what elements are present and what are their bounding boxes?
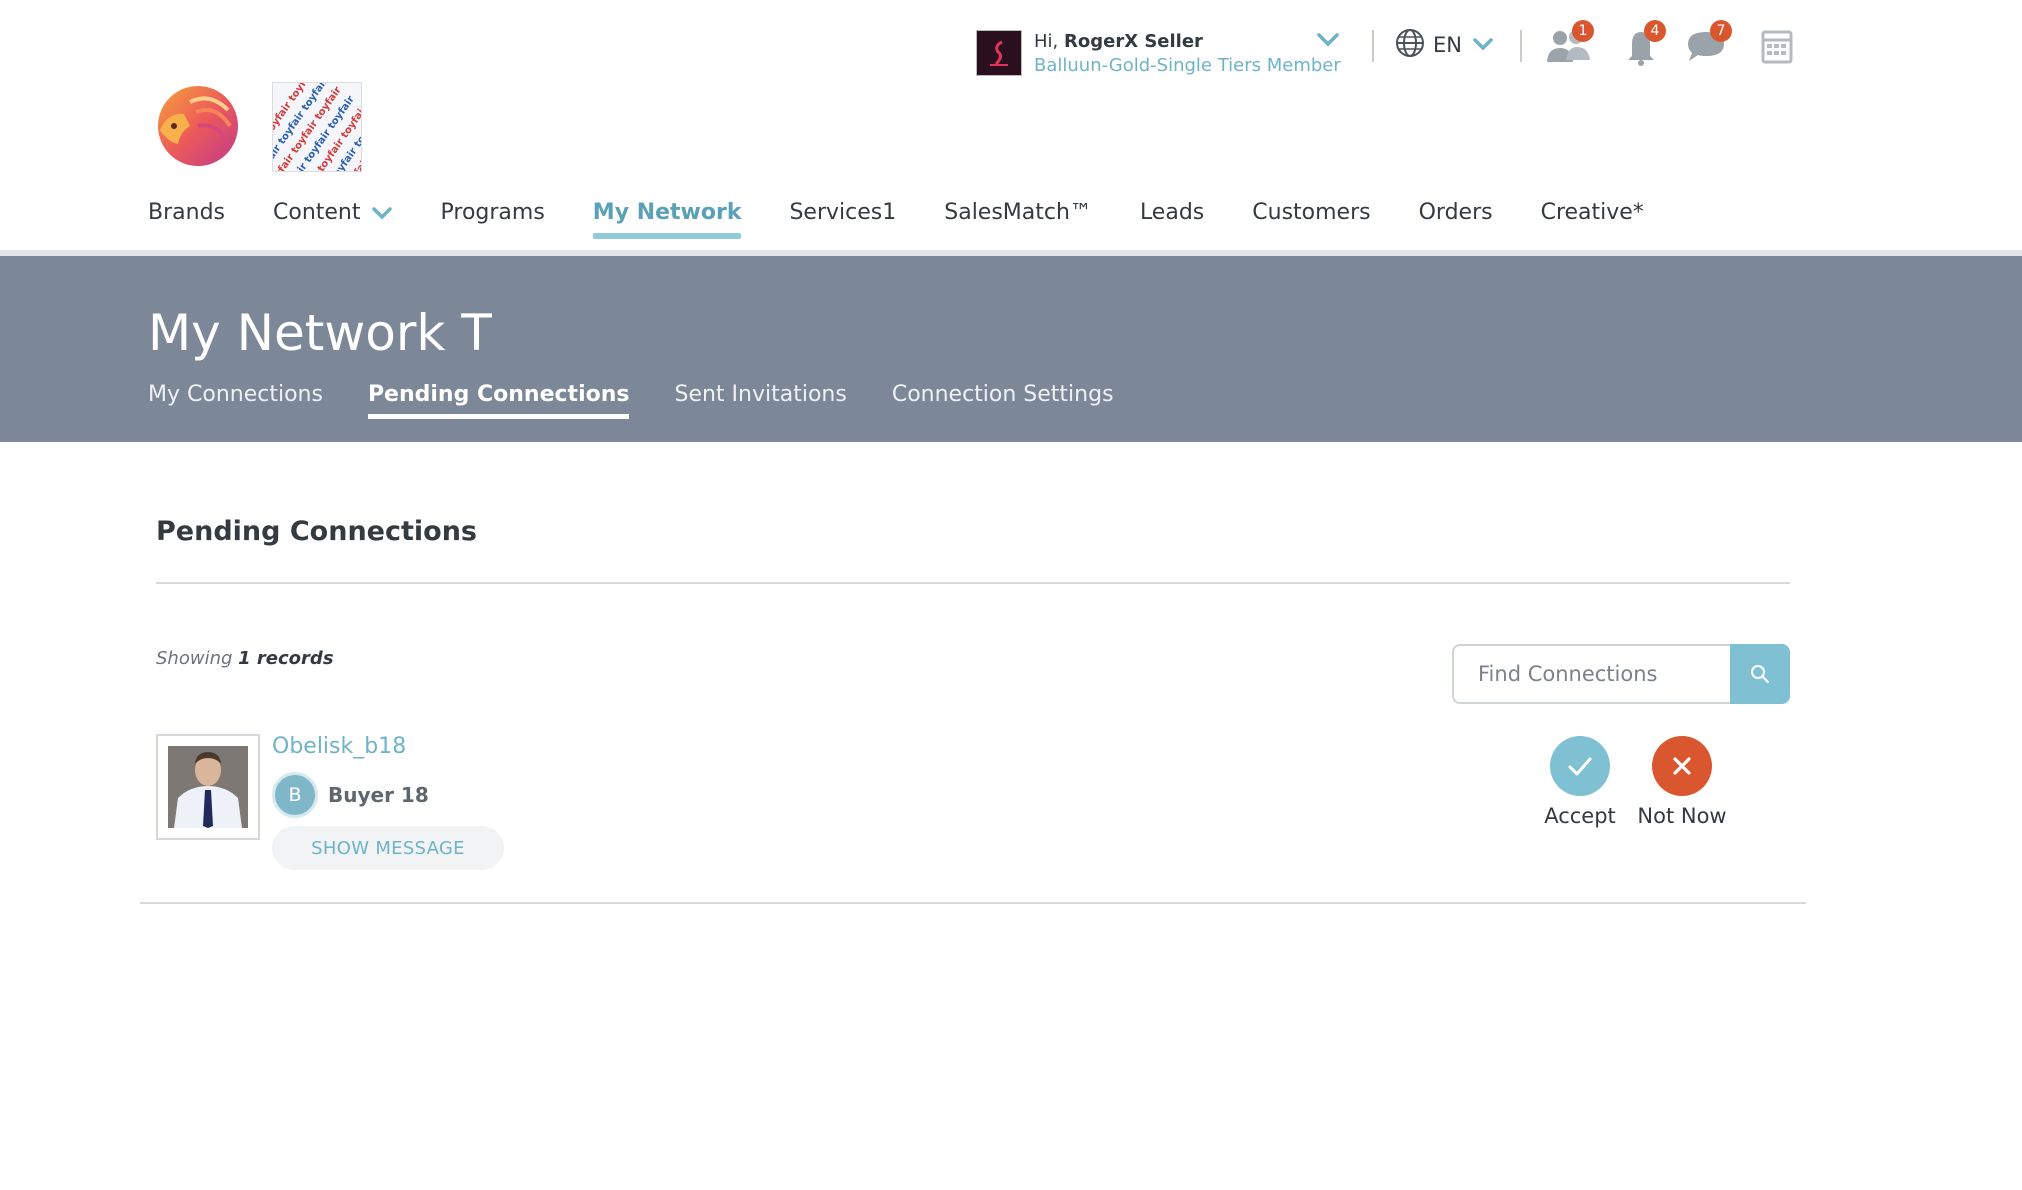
show-message-button[interactable]: SHOW MESSAGE (272, 826, 504, 870)
user-greeting: Hi, RogerX Seller (1034, 31, 1203, 52)
notifications-badge: 4 (1644, 20, 1666, 42)
divider (1520, 30, 1522, 62)
nav-my-network[interactable]: My Network (592, 200, 741, 239)
tab-pending-connections[interactable]: Pending Connections (367, 382, 629, 419)
nav-creative[interactable]: Creative* (1541, 200, 1644, 239)
nav-brands[interactable]: Brands (148, 200, 225, 239)
section-title: Pending Connections (156, 516, 477, 547)
nav-orders[interactable]: Orders (1419, 200, 1493, 239)
user-tier: Balluun-Gold-Single Tiers Member (1034, 55, 1341, 76)
not-now-button[interactable]: Not Now (1622, 736, 1742, 828)
chat-icon[interactable]: 7 (1684, 20, 1732, 66)
user-avatar (976, 30, 1022, 76)
nav-customers[interactable]: Customers (1252, 200, 1370, 239)
page-title: My Network T (148, 304, 492, 362)
records-count: Showing 1 records (156, 648, 334, 669)
main-nav: Brands Content Programs My Network Servi… (148, 200, 1692, 248)
row-divider (140, 902, 1806, 904)
divider (1372, 30, 1374, 62)
nav-content[interactable]: Content (273, 200, 393, 239)
user-menu[interactable]: Hi, RogerX Seller Balluun-Gold-Single Ti… (976, 30, 1341, 80)
calendar-icon[interactable] (1754, 26, 1800, 66)
chevron-down-icon (371, 206, 392, 219)
toyfair-logo[interactable]: toyfair toyfair toyfair toyfair toyfair … (272, 82, 362, 172)
page-banner: My Network T My Connections Pending Conn… (0, 256, 2022, 442)
messages-badge: 7 (1710, 20, 1732, 42)
tab-sent-invitations[interactable]: Sent Invitations (674, 382, 846, 417)
connection-photo[interactable] (156, 734, 260, 840)
close-icon (1652, 736, 1712, 796)
chevron-down-icon[interactable] (1316, 32, 1340, 48)
search-button[interactable] (1730, 644, 1790, 704)
people-icon[interactable]: 1 (1546, 20, 1594, 66)
chevron-down-icon (1472, 36, 1494, 55)
nav-programs[interactable]: Programs (441, 200, 545, 239)
sub-tabs: My Connections Pending Connections Sent … (148, 382, 1159, 419)
nav-salesmatch[interactable]: SalesMatch™ (944, 200, 1092, 239)
tab-connection-settings[interactable]: Connection Settings (892, 382, 1114, 417)
connection-company: B Buyer 18 (272, 772, 429, 818)
company-avatar: B (272, 772, 318, 818)
search-box (1452, 644, 1790, 704)
globe-icon (1395, 28, 1425, 62)
lion-logo[interactable] (150, 82, 240, 172)
bell-icon[interactable]: 4 (1618, 20, 1666, 66)
search-input[interactable] (1452, 644, 1730, 704)
language-label: EN (1433, 33, 1462, 57)
language-selector[interactable]: EN (1395, 28, 1494, 62)
not-now-label: Not Now (1637, 804, 1727, 828)
user-name: RogerX Seller (1064, 31, 1203, 52)
section-divider (156, 582, 1790, 584)
connections-badge: 1 (1572, 20, 1594, 42)
company-name[interactable]: Buyer 18 (328, 783, 429, 807)
check-icon (1550, 736, 1610, 796)
connection-name[interactable]: Obelisk_b18 (272, 734, 406, 759)
search-icon (1751, 665, 1770, 684)
nav-leads[interactable]: Leads (1140, 200, 1204, 239)
nav-services[interactable]: Services1 (789, 200, 896, 239)
tab-my-connections[interactable]: My Connections (148, 382, 323, 417)
